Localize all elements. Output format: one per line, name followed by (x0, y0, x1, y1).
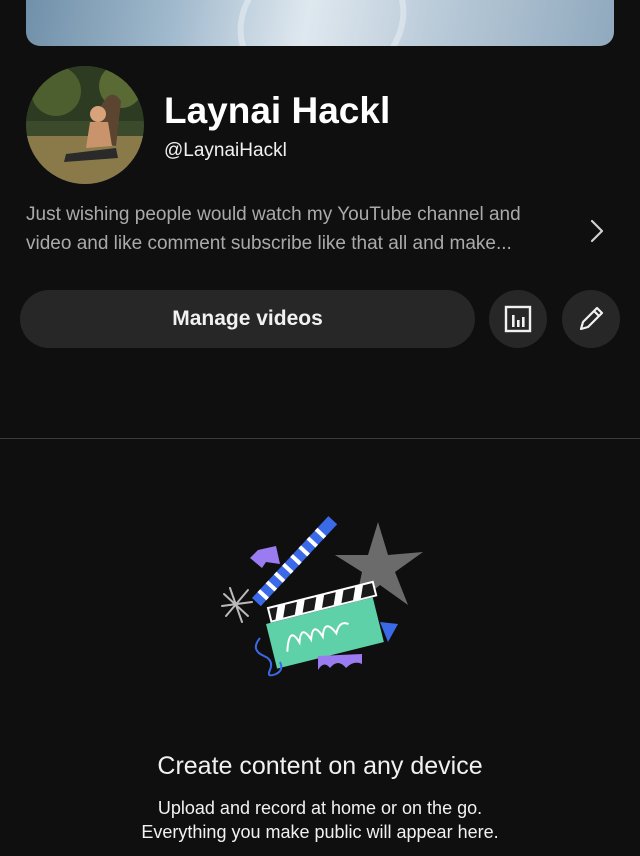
section-divider (0, 438, 640, 439)
analytics-icon (504, 305, 532, 333)
pencil-icon (579, 306, 604, 331)
channel-handle: @LaynaiHackl (164, 140, 287, 161)
description-text: Just wishing people would watch my YouTu… (26, 200, 574, 258)
analytics-button[interactable] (489, 290, 547, 348)
empty-state-subtitle: Upload and record at home or on the go. … (0, 796, 640, 844)
avatar[interactable] (26, 66, 144, 184)
empty-state-subtitle-line-2: Everything you make public will appear h… (141, 822, 499, 842)
edit-channel-button[interactable] (562, 290, 620, 348)
description-line-2: video and like comment subscribe like th… (26, 233, 512, 254)
channel-banner (26, 0, 614, 46)
description-line-1: Just wishing people would watch my YouTu… (26, 204, 521, 225)
channel-description[interactable]: Just wishing people would watch my YouTu… (26, 200, 616, 258)
empty-state-title: Create content on any device (157, 752, 483, 780)
clapperboard-illustration (221, 516, 423, 677)
channel-name: Laynai Hackl (164, 90, 391, 131)
empty-state-subtitle-line-1: Upload and record at home or on the go. (157, 798, 483, 818)
chevron-right-icon[interactable] (588, 218, 606, 244)
manage-videos-button[interactable]: Manage videos (20, 290, 475, 348)
